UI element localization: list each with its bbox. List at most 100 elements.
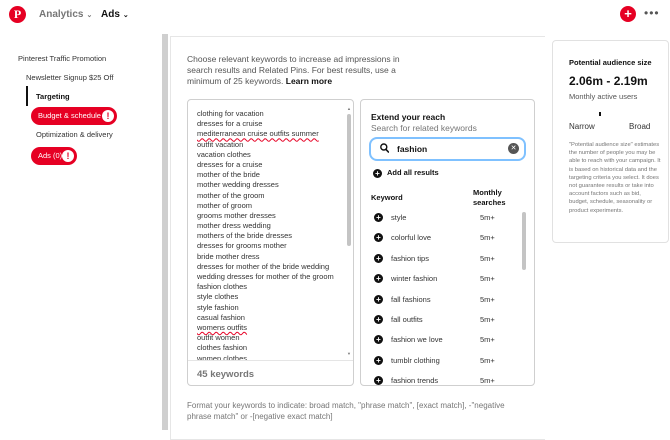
- audience-title: Potential audience size: [569, 58, 652, 67]
- monthly-searches-value: 5m+: [480, 376, 495, 386]
- keyword-line: womens outfits: [197, 322, 248, 332]
- monthly-searches-value: 5m+: [480, 213, 495, 222]
- suggested-keyword-row[interactable]: + colorful love 5m+: [371, 228, 516, 248]
- scrollbar-thumb[interactable]: [162, 34, 168, 430]
- suggested-keyword: colorful love: [391, 233, 432, 243]
- add-keyword-icon[interactable]: +: [374, 376, 383, 385]
- keyword-line: mother of the bride: [197, 170, 260, 180]
- suggested-keyword-row[interactable]: + winter fashion 5m+: [371, 269, 516, 289]
- keyword-line: bride mother dress: [197, 251, 260, 261]
- nav-ads-label: Ads: [101, 9, 120, 20]
- monthly-searches-value: 5m+: [480, 335, 495, 345]
- suggested-keyword-row[interactable]: + fashion tips 5m+: [371, 249, 516, 269]
- suggested-keyword: style: [391, 213, 407, 222]
- suggestions-scrollbar[interactable]: [522, 212, 526, 270]
- monthly-searches-value: 5m+: [480, 274, 495, 284]
- keyword-line: outfit women: [197, 333, 240, 343]
- monthly-searches-value: 5m+: [480, 253, 495, 263]
- suggested-keyword: tumblr clothing: [391, 355, 440, 365]
- sidebar-campaign[interactable]: Pinterest Traffic Promotion: [18, 54, 106, 63]
- sidebar-item-label: Ads (0): [38, 151, 63, 160]
- keyword-line: wedding dresses for mother of the groom: [197, 272, 334, 281]
- top-bar: P Analytics ⌄ Ads ⌄ + •••: [0, 0, 670, 30]
- audience-scale-marker: [599, 112, 601, 116]
- keyword-line: style fashion: [197, 302, 239, 312]
- suggested-keyword-row[interactable]: + style 5m+: [371, 208, 516, 228]
- add-keyword-icon[interactable]: +: [374, 355, 383, 365]
- suggested-keyword-row[interactable]: + fashion trends 5m+: [371, 371, 516, 386]
- warning-icon: !: [102, 110, 114, 122]
- audience-size-card: Potential audience size 2.06m - 2.19m Mo…: [552, 40, 669, 243]
- audience-broad-label: Broad: [629, 122, 651, 131]
- sidebar-ad-group[interactable]: Newsletter Signup $25 Off: [26, 73, 113, 82]
- keyword-count: 45 keywords: [197, 369, 255, 380]
- extend-reach-subtitle: Search for related keywords: [371, 123, 477, 133]
- monthly-searches-value: 5m+: [480, 355, 495, 365]
- sidebar-item-budget-schedule[interactable]: Budget & schedule !: [31, 107, 117, 125]
- pinterest-logo[interactable]: P: [9, 6, 26, 23]
- keyword-line: dresses for a cruise: [197, 159, 263, 169]
- keywords-textarea[interactable]: clothing for vacation dresses for a cruis…: [187, 99, 354, 386]
- add-keyword-icon[interactable]: +: [374, 233, 383, 243]
- add-keyword-icon[interactable]: +: [374, 335, 383, 345]
- suggested-keyword-row[interactable]: + fashion we love 5m+: [371, 330, 516, 350]
- column-header-monthly-searches: Monthly searches: [473, 188, 506, 207]
- keyword-line: dresses for mother of the bride wedding: [197, 261, 330, 271]
- keyword-search-box[interactable]: ✕: [369, 137, 526, 161]
- keyword-line: fashion clothes: [197, 282, 248, 292]
- add-keyword-icon[interactable]: +: [374, 253, 383, 263]
- sidebar-item-label: Budget & schedule: [38, 111, 101, 120]
- suggested-keyword-row[interactable]: + tumblr clothing 5m+: [371, 351, 516, 371]
- suggested-keyword: fashion tips: [391, 253, 429, 263]
- add-circle-icon: +: [373, 168, 382, 178]
- keyword-line: dresses for grooms mother: [197, 241, 287, 251]
- audience-range: 2.06m - 2.19m: [569, 74, 648, 88]
- keyword-line: style clothes: [197, 292, 239, 302]
- scroll-up-icon[interactable]: ▲: [346, 106, 352, 111]
- suggested-keyword-row[interactable]: + fall outfits 5m+: [371, 310, 516, 330]
- add-keyword-icon[interactable]: +: [374, 294, 383, 304]
- column-header-keyword: Keyword: [371, 193, 403, 202]
- scroll-down-icon[interactable]: ▼: [346, 351, 352, 356]
- extend-reach-panel: Extend your reach Search for related key…: [360, 99, 535, 386]
- keyword-line: clothes fashion: [197, 343, 248, 353]
- format-hint: Format your keywords to indicate: broad …: [187, 401, 505, 421]
- chevron-down-icon: ⌄: [86, 12, 93, 19]
- keyword-line: mother of the groom: [197, 190, 265, 200]
- learn-more-link[interactable]: Learn more: [286, 76, 332, 86]
- more-options-icon[interactable]: •••: [644, 6, 660, 20]
- suggested-keyword: fashion trends: [391, 376, 439, 386]
- create-button[interactable]: +: [620, 6, 636, 22]
- add-all-results-button[interactable]: + Add all results: [373, 168, 439, 178]
- suggested-keyword: fall fashions: [391, 294, 431, 304]
- keyword-line: mediterranean cruise outfits summer: [197, 129, 319, 139]
- campaign-sidebar: Pinterest Traffic Promotion Newsletter S…: [0, 30, 170, 440]
- keyword-search-input[interactable]: [397, 142, 497, 156]
- keyword-line: casual fashion: [197, 312, 245, 322]
- keyword-list[interactable]: clothing for vacation dresses for a cruis…: [197, 109, 345, 361]
- keyword-line: mothers of the bride dresses: [197, 231, 293, 241]
- add-keyword-icon[interactable]: +: [374, 314, 383, 324]
- scrollbar-thumb[interactable]: [347, 114, 351, 246]
- keyword-line: clothing for vacation: [197, 109, 264, 118]
- clear-search-icon[interactable]: ✕: [508, 143, 519, 154]
- add-keyword-icon[interactable]: +: [374, 274, 383, 284]
- add-keyword-icon[interactable]: +: [374, 213, 383, 222]
- audience-note: "Potential audience size" estimates the …: [569, 142, 661, 214]
- suggested-keyword: winter fashion: [391, 274, 438, 284]
- sidebar-scrollbar[interactable]: [162, 34, 168, 430]
- active-indicator: [26, 86, 28, 106]
- add-all-label: Add all results: [387, 168, 439, 177]
- sidebar-item-ads[interactable]: Ads (0) !: [31, 147, 77, 165]
- keyword-line: mother wedding dresses: [197, 180, 279, 190]
- keywords-scrollbar[interactable]: ▲ ▼: [346, 106, 352, 356]
- keyword-line: vacation clothes: [197, 149, 251, 159]
- suggested-keyword: fashion we love: [391, 335, 443, 345]
- sidebar-item-optimization-delivery[interactable]: Optimization & delivery: [36, 130, 113, 139]
- warning-icon: !: [62, 150, 74, 162]
- sidebar-item-targeting[interactable]: Targeting: [36, 92, 70, 101]
- nav-ads[interactable]: Ads ⌄: [101, 9, 129, 20]
- suggested-keyword-row[interactable]: + fall fashions 5m+: [371, 290, 516, 310]
- search-icon: [380, 143, 389, 153]
- nav-analytics[interactable]: Analytics ⌄: [39, 9, 92, 20]
